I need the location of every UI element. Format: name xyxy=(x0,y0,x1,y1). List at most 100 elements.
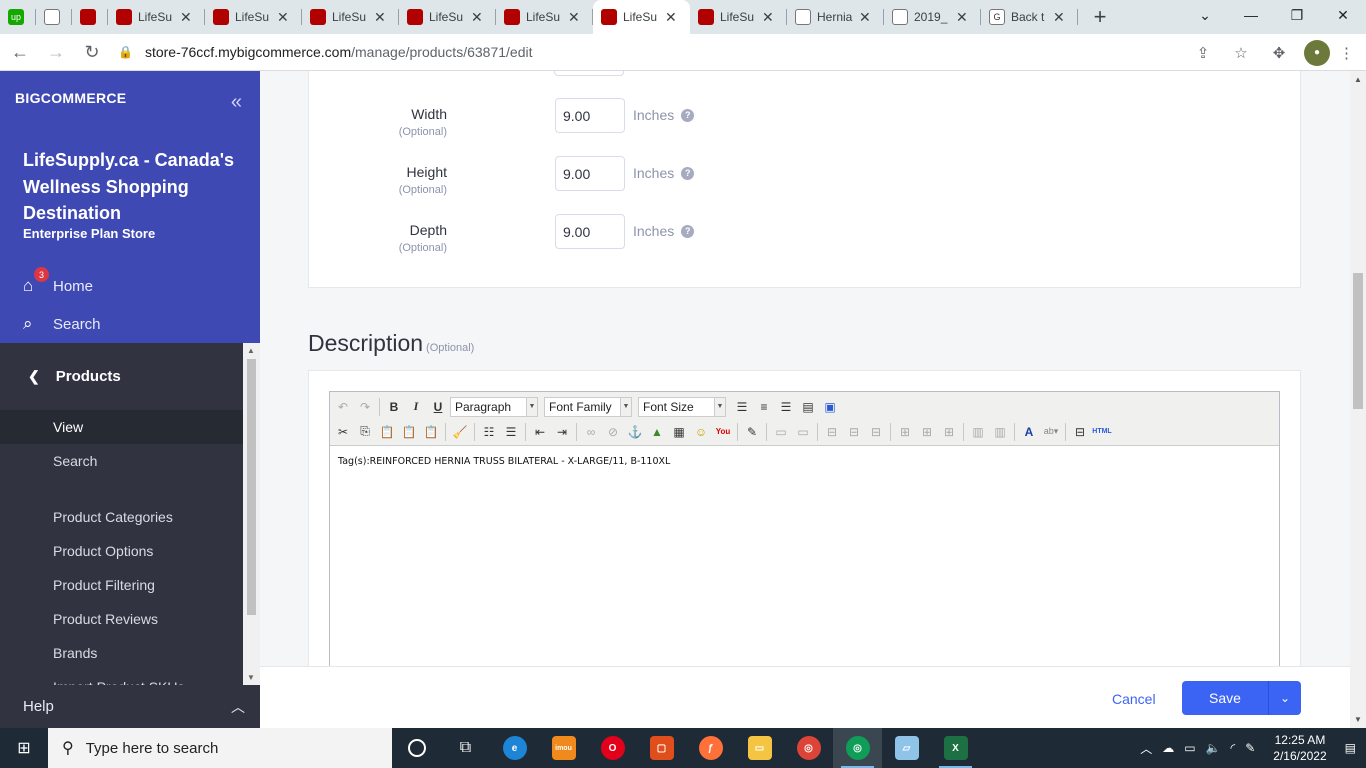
align-justify-icon[interactable]: ▤ xyxy=(798,397,818,417)
close-tab-icon[interactable]: ✕ xyxy=(956,9,968,26)
font-size-select[interactable]: Font Size ▼ xyxy=(638,396,726,417)
bookmark-star-icon[interactable]: ☆ xyxy=(1228,40,1254,66)
volume-icon[interactable]: 🔈 xyxy=(1206,741,1221,755)
browser-tab[interactable]: up xyxy=(0,0,36,34)
language-icon[interactable]: ✎ xyxy=(1245,741,1255,755)
row-after-icon[interactable]: ⊟ xyxy=(844,422,864,442)
media-icon[interactable]: ▦ xyxy=(669,422,689,442)
opera-icon[interactable]: O xyxy=(588,728,637,768)
youtube-icon[interactable]: You xyxy=(713,422,733,442)
col-after-icon[interactable]: ⊞ xyxy=(917,422,937,442)
sidebar-subitem[interactable]: Product Reviews xyxy=(0,602,243,636)
scrollbar-thumb[interactable] xyxy=(1353,273,1363,409)
onedrive-icon[interactable]: ☁ xyxy=(1162,741,1174,755)
bigcommerce-logo[interactable]: BIGCOMMERCE xyxy=(15,90,126,106)
close-tab-icon[interactable]: ✕ xyxy=(374,9,386,26)
close-tab-icon[interactable]: ✕ xyxy=(180,9,192,26)
close-tab-icon[interactable]: ✕ xyxy=(859,9,871,26)
excel-icon[interactable]: X xyxy=(931,728,980,768)
undo-icon[interactable]: ↶ xyxy=(333,397,353,417)
unlink-icon[interactable]: ⊘ xyxy=(603,422,623,442)
close-tab-icon[interactable]: ✕ xyxy=(568,9,580,26)
sidebar-item-home[interactable]: ⌂ 3 Home xyxy=(23,267,93,296)
sidebar-subitem[interactable]: Product Options xyxy=(0,534,243,568)
sidebar-help[interactable]: Help ︿ xyxy=(0,685,260,728)
browser-tab[interactable]: Hernia ✕ xyxy=(787,0,884,34)
url-field[interactable]: 🔒 store-76ccf.mybigcommerce.com /manage/… xyxy=(118,44,532,60)
firefox-icon[interactable]: ƒ xyxy=(686,728,735,768)
outdent-icon[interactable]: ⇤ xyxy=(530,422,550,442)
merge-cells-icon[interactable]: ▥ xyxy=(990,422,1010,442)
collapse-sidebar-icon[interactable]: « xyxy=(231,91,242,114)
paste-text-icon[interactable]: 📋 xyxy=(399,422,419,442)
scroll-down-icon[interactable]: ▼ xyxy=(247,673,255,682)
extensions-icon[interactable]: ✥ xyxy=(1266,40,1292,66)
office-icon[interactable]: ▢ xyxy=(637,728,686,768)
bullet-list-icon[interactable]: ☷ xyxy=(479,422,499,442)
scroll-up-icon[interactable]: ▲ xyxy=(1354,75,1362,84)
new-tab-button[interactable]: + xyxy=(1086,3,1114,31)
split-cells-icon[interactable]: ▥ xyxy=(968,422,988,442)
task-view-icon[interactable]: ⧉ xyxy=(441,728,490,768)
align-left-icon[interactable]: ☰ xyxy=(732,397,752,417)
dimension-input[interactable]: 9.00 xyxy=(555,156,625,191)
numbered-list-icon[interactable]: ☰ xyxy=(501,422,521,442)
sidebar-scrollbar[interactable]: ▲ ▼ xyxy=(243,343,260,685)
sidebar-subitem[interactable]: Search xyxy=(0,444,243,478)
dimension-input[interactable]: 9.00 xyxy=(555,98,625,133)
help-icon[interactable]: ? xyxy=(681,224,695,238)
forward-button[interactable]: → xyxy=(40,36,72,68)
sidebar-subitem[interactable]: Brands xyxy=(0,636,243,670)
sidebar-item-search[interactable]: ⌕ Search xyxy=(23,314,101,334)
chrome-icon[interactable]: ◎ xyxy=(784,728,833,768)
col-before-icon[interactable]: ⊞ xyxy=(895,422,915,442)
indent-icon[interactable]: ⇥ xyxy=(552,422,572,442)
dimension-input[interactable]: 9.00 xyxy=(555,214,625,249)
close-tab-icon[interactable]: ✕ xyxy=(762,9,774,26)
back-button[interactable]: ← xyxy=(4,36,36,68)
scroll-up-icon[interactable]: ▲ xyxy=(247,346,255,355)
delete-row-icon[interactable]: ⊟ xyxy=(866,422,886,442)
align-right-icon[interactable]: ☰ xyxy=(776,397,796,417)
highlight-color-icon[interactable]: ab▾ xyxy=(1041,422,1061,442)
table-cell-props-icon[interactable]: ▭ xyxy=(793,422,813,442)
delete-col-icon[interactable]: ⊞ xyxy=(939,422,959,442)
browser-tab[interactable] xyxy=(36,0,72,34)
battery-icon[interactable]: ▭ xyxy=(1184,741,1195,755)
sidebar-subitem[interactable]: View xyxy=(0,410,243,444)
file-explorer-icon[interactable]: ▭ xyxy=(735,728,784,768)
browser-tab[interactable]: LifeSu ✕ xyxy=(690,0,787,34)
tab-search-icon[interactable]: ⌄ xyxy=(1182,0,1228,30)
taskbar-search[interactable]: ⚲ Type here to search xyxy=(48,728,392,768)
clean-format-icon[interactable]: 🧹 xyxy=(450,422,470,442)
tray-overflow-icon[interactable]: ︿ xyxy=(1140,740,1152,757)
save-options-chevron-icon[interactable]: ⌄ xyxy=(1268,681,1301,715)
page-break-icon[interactable]: ⊟ xyxy=(1070,422,1090,442)
redo-icon[interactable]: ↷ xyxy=(355,397,375,417)
browser-tab[interactable]: LifeSu ✕ xyxy=(399,0,496,34)
restore-button[interactable]: ❐ xyxy=(1274,0,1320,30)
windows-start-icon[interactable]: ⊞ xyxy=(0,728,48,768)
html-icon[interactable]: HTML xyxy=(1092,422,1112,442)
browser-tab[interactable]: LifeSu ✕ xyxy=(593,0,690,34)
sidebar-subitem[interactable]: Import Product SKUs xyxy=(0,670,243,685)
edit-source-icon[interactable]: ✎ xyxy=(742,422,762,442)
browser-tab[interactable] xyxy=(72,0,108,34)
close-tab-icon[interactable]: ✕ xyxy=(1053,9,1065,26)
copy-icon[interactable]: ⎘ xyxy=(355,422,375,442)
paste-icon[interactable]: 📋 xyxy=(377,422,397,442)
profile-avatar[interactable]: ● xyxy=(1304,39,1330,66)
browser-tab[interactable]: LifeSu ✕ xyxy=(496,0,593,34)
browser-tab[interactable]: LifeSu ✕ xyxy=(205,0,302,34)
imou-icon[interactable]: imou xyxy=(539,728,588,768)
clock[interactable]: 12:25 AM 2/16/2022 xyxy=(1273,732,1326,764)
bold-icon[interactable]: B xyxy=(384,397,404,417)
chrome-menu-icon[interactable]: ⋮ xyxy=(1339,44,1354,62)
browser-tab[interactable]: G Back t ✕ xyxy=(981,0,1078,34)
image-icon[interactable]: ▲ xyxy=(647,422,667,442)
cut-icon[interactable]: ✂ xyxy=(333,422,353,442)
sidebar-subitem[interactable]: Product Filtering xyxy=(0,568,243,602)
text-color-icon[interactable]: A xyxy=(1019,422,1039,442)
browser-tab[interactable]: LifeSu ✕ xyxy=(108,0,205,34)
chrome-profile-icon[interactable]: ◎ xyxy=(833,728,882,768)
